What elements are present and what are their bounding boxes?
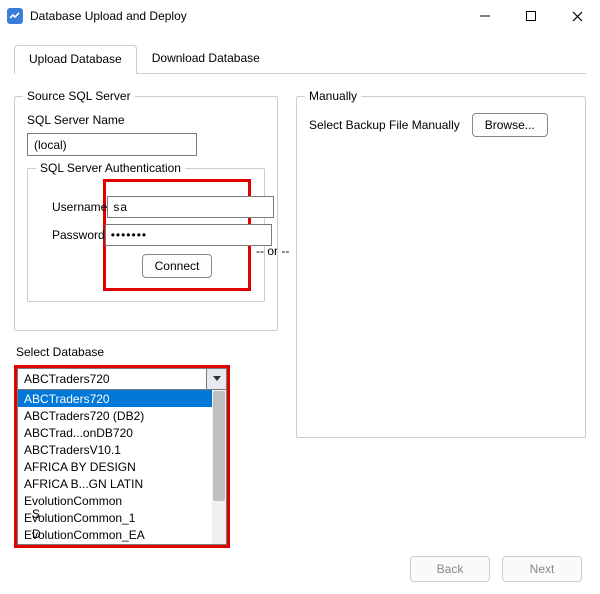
obscured-text: S D (32, 504, 52, 544)
app-icon (6, 7, 24, 25)
sql-server-name-label: SQL Server Name (27, 113, 265, 127)
window-controls (462, 0, 600, 32)
maximize-button[interactable] (508, 0, 554, 32)
chevron-down-icon[interactable] (206, 369, 226, 389)
tab-download-database[interactable]: Download Database (137, 44, 275, 73)
list-item[interactable]: ABCTrad...onDB720 (18, 424, 226, 441)
tab-upload-database[interactable]: Upload Database (14, 45, 137, 74)
scroll-thumb[interactable] (213, 391, 225, 501)
manually-legend: Manually (305, 89, 361, 103)
manually-group: Manually Select Backup File Manually Bro… (296, 96, 586, 438)
password-input[interactable] (105, 224, 272, 246)
footer: Back Next (0, 548, 600, 594)
list-item[interactable]: ABCTraders720 (18, 390, 226, 407)
auth-highlight: Username Password Connect (103, 179, 251, 291)
dropdown-scrollbar[interactable] (212, 390, 226, 544)
browse-button[interactable]: Browse... (472, 113, 548, 137)
close-button[interactable] (554, 0, 600, 32)
list-item[interactable]: AFRICA B...GN LATIN (18, 475, 226, 492)
titlebar: Database Upload and Deploy (0, 0, 600, 32)
list-item[interactable]: AFRICA BY DESIGN (18, 458, 226, 475)
next-button[interactable]: Next (502, 556, 582, 582)
select-backup-label: Select Backup File Manually (309, 118, 460, 132)
back-button[interactable]: Back (410, 556, 490, 582)
sql-server-name-input[interactable] (27, 133, 197, 156)
minimize-button[interactable] (462, 0, 508, 32)
database-combobox[interactable]: ABCTraders720 (17, 368, 227, 390)
content-area: Upload Database Download Database -- or … (0, 32, 600, 548)
tab-strip: Upload Database Download Database (14, 44, 586, 74)
select-database-label: Select Database (16, 345, 278, 359)
sql-auth-legend: SQL Server Authentication (36, 161, 185, 175)
username-input[interactable] (107, 196, 274, 218)
database-selected-value: ABCTraders720 (18, 369, 206, 389)
source-legend: Source SQL Server (23, 89, 135, 103)
username-label: Username (52, 200, 107, 214)
connect-button[interactable]: Connect (142, 254, 213, 278)
window-title: Database Upload and Deploy (30, 9, 462, 23)
password-label: Password (52, 228, 105, 242)
sql-auth-group: SQL Server Authentication Username Passw… (27, 168, 265, 302)
source-sql-server-group: Source SQL Server SQL Server Name SQL Se… (14, 96, 278, 331)
list-item[interactable]: ABCTraders720 (DB2) (18, 407, 226, 424)
list-item[interactable]: ABCTradersV10.1 (18, 441, 226, 458)
